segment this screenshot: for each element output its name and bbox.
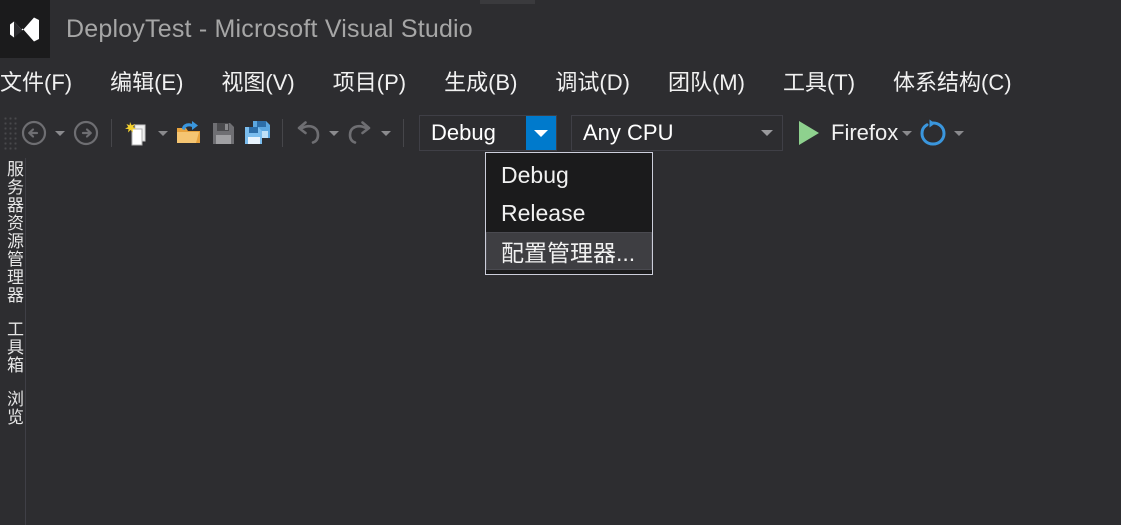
save-all-icon[interactable] <box>240 115 274 151</box>
menu-item-build[interactable]: 生成(B) <box>425 66 536 100</box>
menu-item-edit[interactable]: 编辑(E) <box>91 66 202 100</box>
menu-item-file[interactable]: 文件(F) <box>0 66 91 100</box>
left-tool-window-tabs: 服务器资源管理器 工具箱 浏览 <box>0 158 26 525</box>
navigate-back-dropdown-icon[interactable] <box>51 115 69 151</box>
solution-platform-value: Any CPU <box>583 120 674 145</box>
sidebar-tab-separator <box>0 374 25 388</box>
redo-dropdown-icon[interactable] <box>377 115 395 151</box>
dropdown-item-release[interactable]: Release <box>486 194 652 232</box>
start-debugging-group: Firefox <box>799 115 968 151</box>
sidebar-tab-browse[interactable]: 浏览 <box>0 388 25 426</box>
play-triangle-icon[interactable] <box>799 121 819 145</box>
navigate-forward-icon[interactable] <box>69 115 103 151</box>
menu-item-tools[interactable]: 工具(T) <box>764 66 874 100</box>
solution-platform-dropdown-icon[interactable] <box>752 116 782 150</box>
solution-platform-combo[interactable]: Any CPU <box>571 115 783 151</box>
solution-configuration-value: Debug <box>431 120 496 145</box>
drag-grip-icon[interactable] <box>3 116 17 150</box>
menu-item-project[interactable]: 项目(P) <box>314 66 425 100</box>
toolbar-separator <box>111 119 112 147</box>
open-folder-icon[interactable] <box>172 115 206 151</box>
toolbar-separator <box>282 119 283 147</box>
refresh-circular-arrow-icon[interactable] <box>916 115 950 151</box>
sidebar-tab-separator <box>0 304 25 318</box>
dropdown-item-configuration-manager[interactable]: 配置管理器... <box>486 232 652 270</box>
save-icon[interactable] <box>206 115 240 151</box>
refresh-dropdown-icon[interactable] <box>950 115 968 151</box>
solution-configuration-dropdown-icon[interactable] <box>526 116 556 150</box>
window-title: DeployTest - Microsoft Visual Studio <box>66 14 473 43</box>
menu-item-team[interactable]: 团队(M) <box>649 66 764 100</box>
undo-dropdown-icon[interactable] <box>325 115 343 151</box>
navigate-back-icon[interactable] <box>17 115 51 151</box>
sidebar-tab-server-explorer[interactable]: 服务器资源管理器 <box>0 158 25 304</box>
new-item-icon[interactable] <box>120 115 154 151</box>
new-item-dropdown-icon[interactable] <box>154 115 172 151</box>
solution-configuration-dropdown-menu: Debug Release 配置管理器... <box>485 152 653 275</box>
start-debugging-target-label[interactable]: Firefox <box>831 120 898 146</box>
menu-item-architecture[interactable]: 体系结构(C) <box>874 66 1031 100</box>
sidebar-tab-toolbox[interactable]: 工具箱 <box>0 318 25 374</box>
solution-configuration-combo[interactable]: Debug <box>419 115 557 151</box>
menu-item-debug[interactable]: 调试(D) <box>536 66 649 100</box>
title-bar: DeployTest - Microsoft Visual Studio <box>0 0 1121 58</box>
visual-studio-logo-icon <box>0 0 50 58</box>
menu-bar: 文件(F) 编辑(E) 视图(V) 项目(P) 生成(B) 调试(D) 团队(M… <box>0 58 1121 108</box>
start-debugging-dropdown-icon[interactable] <box>898 115 916 151</box>
undo-icon[interactable] <box>291 115 325 151</box>
visual-studio-window: DeployTest - Microsoft Visual Studio 文件(… <box>0 0 1121 525</box>
title-bar-strip <box>480 0 535 4</box>
redo-icon[interactable] <box>343 115 377 151</box>
menu-item-view[interactable]: 视图(V) <box>202 66 313 100</box>
toolbar-separator <box>403 119 404 147</box>
dropdown-item-debug[interactable]: Debug <box>486 156 652 194</box>
standard-toolbar: Debug Any CPU Firefox <box>0 108 1121 158</box>
